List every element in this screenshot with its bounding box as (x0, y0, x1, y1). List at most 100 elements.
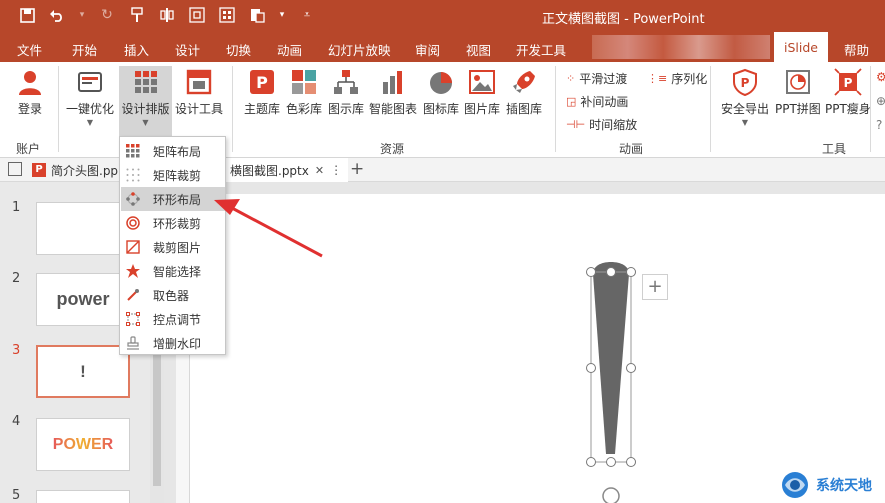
grid-icon[interactable] (218, 6, 236, 24)
serialize-button[interactable]: ⋮≡ 序列化 (647, 70, 707, 87)
icon-library-label: 图标库 (423, 102, 460, 116)
more-icon[interactable]: ⋮ (330, 163, 342, 177)
watermark-text: 系统天地 (816, 478, 872, 494)
help-icon[interactable]: ? (876, 118, 882, 132)
chevron-down-icon[interactable]: ▾ (278, 6, 286, 24)
slide-thumbnail-3[interactable]: ! (36, 345, 130, 398)
slide-thumbnail-1[interactable] (36, 202, 130, 255)
collage-icon (782, 66, 814, 98)
document-tab-2-label: 横图截图.pptx (230, 163, 309, 178)
illustration-library-button[interactable]: 插图库 (506, 66, 542, 117)
menu-item-label: 控点调节 (153, 312, 202, 327)
icon-library-button[interactable]: 图标库 (423, 66, 459, 117)
tab-design[interactable]: 设计 (175, 40, 200, 59)
theme-library-label: 主题库 (244, 102, 281, 116)
customize-qat-icon[interactable]: ⩡ (298, 6, 316, 24)
panel-toggle-icon[interactable] (8, 162, 22, 176)
ring-layout-icon (125, 191, 141, 207)
document-tab-1[interactable]: P 简介头图.pp (32, 158, 118, 182)
menu-item-matrix-layout[interactable]: 矩阵布局 (121, 139, 225, 163)
tab-view[interactable]: 视图 (466, 40, 491, 59)
fit-screen-icon[interactable] (188, 6, 206, 24)
menu-item-label: 环形裁剪 (153, 216, 202, 231)
theme-library-button[interactable]: P 主题库 (244, 66, 280, 117)
powerpoint-icon: P (246, 66, 278, 98)
tween-animation-button[interactable]: ◲ 补间动画 (566, 93, 628, 110)
control-point-icon (125, 311, 141, 327)
tab-transitions[interactable]: 切换 (226, 40, 251, 59)
diagram-library-button[interactable]: 图示库 (328, 66, 364, 117)
tab-home[interactable]: 开始 (72, 40, 97, 59)
ribbon-separator (58, 66, 59, 152)
one-click-optimize-button[interactable]: 一键优化 ▼ (66, 66, 114, 127)
image-library-button[interactable]: 图片库 (464, 66, 500, 117)
pie-icon (425, 66, 457, 98)
smooth-transition-label: 平滑过渡 (579, 72, 628, 86)
time-scale-icon: ⊣⊢ (566, 118, 586, 131)
design-layout-menu: 矩阵布局 矩阵裁剪 环形布局 环形裁剪 裁剪图片 智能选择 取色器 控点调节 增… (119, 136, 226, 355)
tab-developer[interactable]: 开发工具 (516, 40, 566, 59)
undo-icon[interactable] (48, 6, 66, 24)
tab-file[interactable]: 文件 (17, 40, 42, 59)
login-button[interactable]: 登录 (14, 66, 46, 117)
color-library-button[interactable]: 色彩库 (286, 66, 322, 117)
menu-item-color-picker[interactable]: 取色器 (121, 283, 225, 307)
bar-chart-icon (377, 66, 409, 98)
user-icon (14, 66, 46, 98)
design-layout-button[interactable]: 设计排版 ▼ (119, 66, 172, 136)
watermark-logo: 系统天地 (780, 470, 872, 500)
tab-animations[interactable]: 动画 (277, 40, 302, 59)
tab-help[interactable]: 帮助 (844, 40, 869, 59)
time-scale-button[interactable]: ⊣⊢ 时间缩放 (566, 116, 637, 133)
optimize-label: 一键优化 (66, 102, 115, 116)
paste-icon[interactable] (248, 6, 266, 24)
layout-options-button[interactable]: + (642, 274, 668, 300)
menu-item-smart-select[interactable]: 智能选择 (121, 259, 225, 283)
ppt-slim-button[interactable]: P PPT瘦身 (825, 66, 871, 117)
slide-canvas[interactable]: + (190, 194, 885, 503)
design-tools-label: 设计工具 (175, 102, 224, 116)
format-painter-icon[interactable] (128, 6, 146, 24)
redo-icon[interactable]: ↻ (98, 6, 116, 24)
menu-item-matrix-crop[interactable]: 矩阵裁剪 (121, 163, 225, 187)
slide-number: 4 (12, 414, 21, 429)
menu-item-watermark[interactable]: 增删水印 (121, 331, 225, 355)
compress-icon: P (832, 66, 864, 98)
slide-number: 2 (12, 271, 21, 286)
smart-chart-button[interactable]: 智能图表 (369, 66, 417, 117)
menu-item-ring-crop[interactable]: 环形裁剪 (121, 211, 225, 235)
tab-insert[interactable]: 插入 (124, 40, 149, 59)
design-tools-button[interactable]: 设计工具 (175, 66, 223, 117)
design-tools-icon (183, 66, 215, 98)
svg-text:P: P (256, 73, 268, 92)
close-icon[interactable]: ✕ (315, 164, 324, 177)
smooth-transition-button[interactable]: ⁘ 平滑过渡 (566, 70, 627, 87)
menu-item-control-point-adjust[interactable]: 控点调节 (121, 307, 225, 331)
ribbon-separator (870, 66, 871, 152)
menu-item-crop-image[interactable]: 裁剪图片 (121, 235, 225, 259)
settings-icon[interactable]: ⚙ (876, 70, 885, 84)
document-tab-2[interactable]: 横图截图.pptx ✕ ⋮ (226, 158, 349, 182)
add-tab-button[interactable]: + (350, 159, 364, 179)
align-icon[interactable] (158, 6, 176, 24)
tab-islide[interactable]: iSlide (774, 32, 828, 62)
exclamation-shape[interactable] (190, 194, 885, 503)
illustration-library-label: 插图库 (506, 102, 543, 116)
tween-label: 补间动画 (580, 95, 629, 109)
slide-number: 3 (12, 343, 21, 358)
group-label-resources: 资源 (380, 142, 405, 156)
tab-review[interactable]: 审阅 (415, 40, 440, 59)
slide-thumbnail-5[interactable] (36, 490, 130, 503)
save-icon[interactable] (18, 6, 36, 24)
menu-item-ring-layout[interactable]: 环形布局 (121, 187, 225, 211)
search-icon[interactable]: ⊕ (876, 94, 885, 108)
chevron-down-icon[interactable]: ▾ (78, 6, 86, 24)
tab-slideshow[interactable]: 幻灯片放映 (328, 40, 391, 59)
matrix-crop-icon (125, 167, 141, 183)
window-title: 正文横图截图 - PowerPoint (542, 12, 705, 27)
slide-thumbnail-2[interactable]: power (36, 273, 130, 326)
slide-thumbnail-4[interactable]: POWER (36, 418, 130, 471)
safe-export-button[interactable]: P 安全导出 ▼ (721, 66, 769, 127)
ppt-collage-button[interactable]: PPT拼图 (775, 66, 821, 117)
ribbon-separator (710, 66, 711, 152)
